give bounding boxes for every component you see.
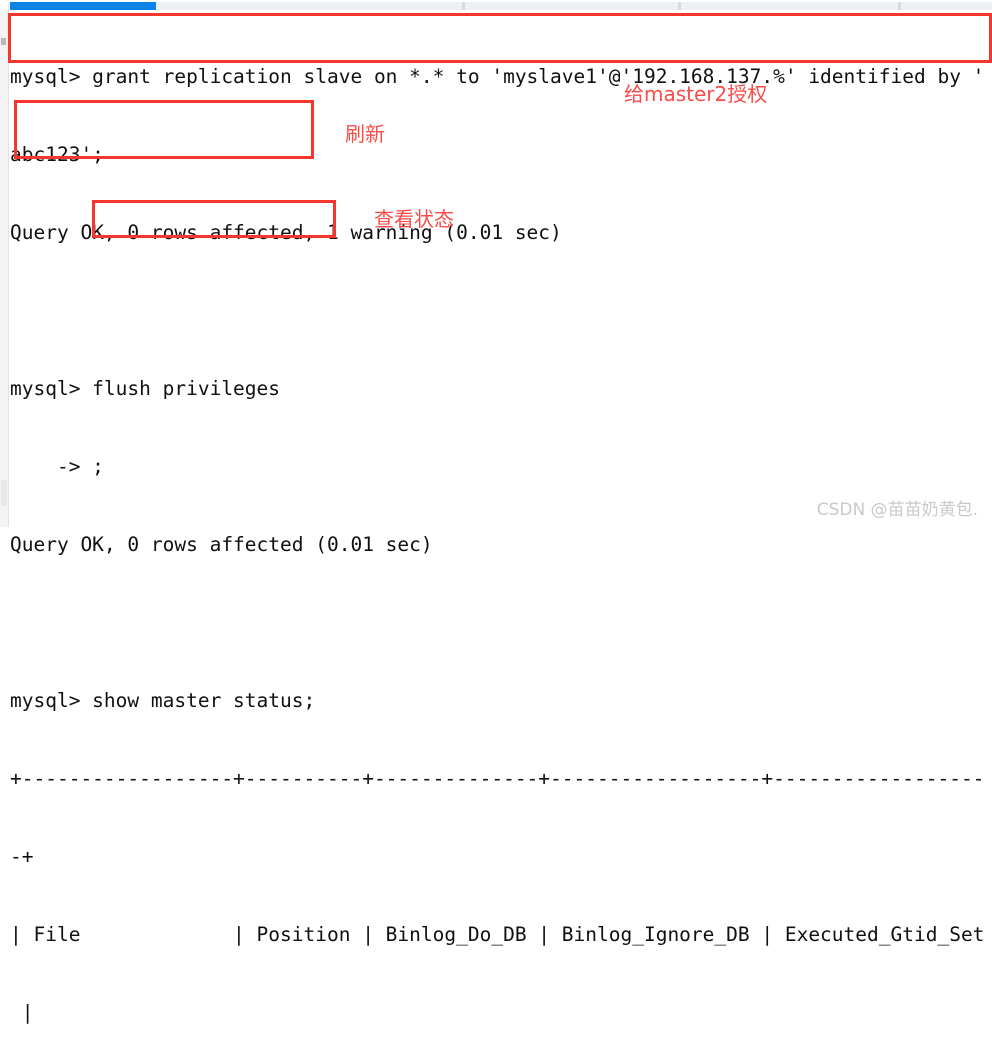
terminal-line: mysql> show master status; [10, 689, 316, 712]
terminal-line: +------------------+----------+---------… [10, 767, 985, 790]
terminal-line: -> ; [10, 455, 104, 478]
terminal-line: -+ [10, 845, 34, 868]
terminal-line: Query OK, 0 rows affected, 1 warning (0.… [10, 221, 562, 244]
scrollbar-tick [462, 2, 465, 10]
terminal-output[interactable]: mysql> grant replication slave on *.* to… [10, 12, 992, 1054]
terminal-line: Query OK, 0 rows affected (0.01 sec) [10, 533, 433, 556]
scrollbar-tick [898, 2, 901, 10]
annotation-grant: 给master2授权 [624, 82, 768, 106]
terminal-line: mysql> flush privileges [10, 377, 281, 400]
gutter-marker-icon [1, 38, 6, 45]
watermark: CSDN @苗苗奶黄包. [816, 500, 978, 520]
horizontal-scrollbar-thumb[interactable] [10, 2, 156, 10]
vertical-scrollbar-track[interactable] [0, 10, 9, 527]
terminal-line: abc123'; [10, 143, 104, 166]
annotation-status: 查看状态 [374, 207, 454, 231]
terminal-line: mysql> grant replication slave on *.* to… [10, 65, 985, 88]
terminal-line: | File | Position | Binlog_Do_DB | Binlo… [10, 923, 985, 946]
scrollbar-tick [678, 2, 681, 10]
vertical-scrollbar-thumb[interactable] [1, 480, 7, 506]
annotation-flush: 刷新 [345, 122, 385, 146]
terminal-line: | [10, 1001, 34, 1024]
